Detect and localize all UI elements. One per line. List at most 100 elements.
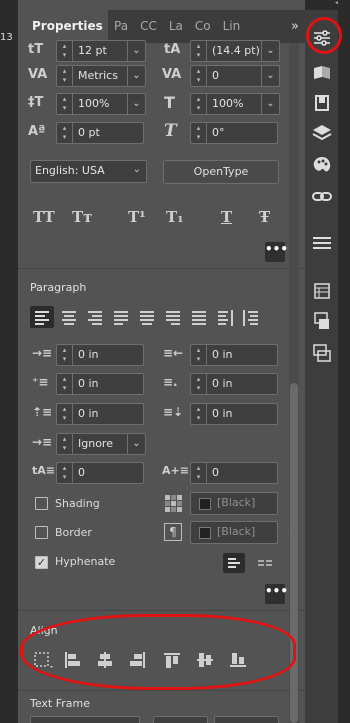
align-away-from-spine-button[interactable] bbox=[240, 306, 262, 328]
justify-right-button[interactable] bbox=[162, 306, 184, 328]
left-indent-field[interactable]: ▴ ▾ 0 in bbox=[56, 344, 144, 366]
tracking-stepper[interactable]: ▴ ▾ bbox=[191, 66, 207, 86]
tab-cc-libraries[interactable]: CC bbox=[134, 10, 163, 43]
underline-button[interactable]: T bbox=[221, 208, 232, 226]
space-after-stepper[interactable]: ▴ ▾ bbox=[191, 404, 207, 424]
hyphenate-label: Hyphenate bbox=[55, 555, 116, 568]
baseline-shift-icon: Aª bbox=[28, 124, 46, 139]
space-before-field[interactable]: ▴ ▾ 0 in bbox=[56, 403, 144, 425]
leading-stepper[interactable]: ▴ ▾ bbox=[191, 41, 207, 61]
all-caps-button[interactable]: TT bbox=[33, 208, 55, 226]
table-panel-button[interactable] bbox=[311, 280, 333, 302]
align-to-grid-select[interactable]: ▴ ▾ Ignore ⌄ bbox=[56, 433, 146, 455]
color-panel-button[interactable] bbox=[311, 154, 333, 176]
kerning-field[interactable]: ▴ ▾ Metrics ⌄ bbox=[56, 65, 146, 87]
font-size-dropdown[interactable]: ⌄ bbox=[127, 41, 145, 61]
indent-row-3: ⇡≡ ▴ ▾ 0 in ≡⇣ ▴ ▾ 0 in bbox=[18, 403, 305, 427]
justify-all-button[interactable] bbox=[188, 306, 210, 328]
shading-color-select[interactable]: [Black] bbox=[190, 492, 278, 515]
links-panel-button[interactable] bbox=[311, 186, 333, 208]
annotation-circle-align bbox=[20, 614, 296, 690]
drop-cap-lines-field[interactable]: ▴ ▾ 0 bbox=[56, 462, 144, 484]
opentype-button[interactable]: OpenType bbox=[163, 160, 279, 184]
tab-pages[interactable]: Pa bbox=[108, 10, 134, 43]
panel-tab-bar: Properties Pa CC La Co Lin » bbox=[18, 10, 305, 43]
horizontal-scale-stepper[interactable]: ▴ ▾ bbox=[191, 94, 207, 114]
shading-settings-icon[interactable] bbox=[164, 494, 183, 513]
leading-dropdown[interactable]: ⌄ bbox=[261, 41, 279, 61]
tracking-dropdown[interactable]: ⌄ bbox=[261, 66, 279, 86]
border-row: Border ¶ [Black] ⌄ bbox=[18, 521, 305, 545]
left-indent-stepper[interactable]: ▴ ▾ bbox=[57, 345, 73, 365]
more-paragraph-options-button[interactable]: ••• bbox=[265, 584, 288, 604]
table-styles-panel-button[interactable] bbox=[311, 342, 333, 364]
align-to-grid-dropdown[interactable]: ⌄ bbox=[127, 434, 145, 454]
more-character-options-button[interactable]: ••• bbox=[265, 242, 288, 262]
justify-center-button[interactable] bbox=[136, 306, 158, 328]
strikethrough-button[interactable]: Ŧ bbox=[259, 208, 270, 226]
shading-checkbox[interactable] bbox=[35, 497, 48, 510]
drop-cap-lines-stepper[interactable]: ▴ ▾ bbox=[57, 463, 73, 483]
tab-links[interactable]: Lin bbox=[217, 10, 247, 43]
border-label: Border bbox=[55, 526, 92, 539]
baseline-shift-stepper[interactable]: ▴ ▾ bbox=[57, 123, 73, 143]
first-line-indent-field[interactable]: ▴ ▾ 0 in bbox=[56, 373, 144, 395]
align-left-button[interactable] bbox=[30, 306, 54, 328]
baseline-shift-field[interactable]: ▴ ▾ 0 pt bbox=[56, 122, 144, 144]
leading-field[interactable]: ▴ ▾ (14.4 pt) ⌄ bbox=[190, 40, 280, 62]
drop-cap-chars-field[interactable]: ▴ ▾ 0 bbox=[190, 462, 278, 484]
space-after-field[interactable]: ▴ ▾ 0 in bbox=[190, 403, 278, 425]
layers-panel-button[interactable] bbox=[311, 122, 333, 144]
font-size-stepper[interactable]: ▴ ▾ bbox=[57, 41, 73, 61]
links-chain-icon bbox=[312, 192, 332, 201]
text-frame-field-partial-3[interactable] bbox=[214, 716, 279, 723]
adobe-paragraph-composer-button[interactable] bbox=[223, 553, 245, 573]
tracking-field[interactable]: ▴ ▾ 0 ⌄ bbox=[190, 65, 280, 87]
justify-left-button[interactable] bbox=[110, 306, 132, 328]
vertical-scale-field[interactable]: ▴ ▾ 100% ⌄ bbox=[56, 93, 146, 115]
last-line-indent-stepper[interactable]: ▴ ▾ bbox=[191, 374, 207, 394]
book-panel-button[interactable] bbox=[311, 92, 333, 114]
composer-icon bbox=[228, 558, 240, 568]
single-line-composer-button[interactable] bbox=[254, 553, 276, 573]
kerning-stepper[interactable]: ▴ ▾ bbox=[57, 66, 73, 86]
cell-styles-panel-button[interactable] bbox=[311, 310, 333, 332]
small-caps-button[interactable]: Tт bbox=[72, 208, 92, 226]
superscript-button[interactable]: T¹ bbox=[128, 208, 146, 226]
align-to-grid-stepper[interactable]: ▴ ▾ bbox=[57, 434, 73, 454]
tab-properties[interactable]: Properties bbox=[18, 10, 108, 43]
space-before-stepper[interactable]: ▴ ▾ bbox=[57, 404, 73, 424]
first-line-indent-stepper[interactable]: ▴ ▾ bbox=[57, 374, 73, 394]
skew-stepper[interactable]: ▴ ▾ bbox=[191, 123, 207, 143]
tabs-overflow-button[interactable]: » bbox=[291, 19, 305, 34]
kerning-dropdown[interactable]: ⌄ bbox=[127, 66, 145, 86]
subscript-button[interactable]: T₁ bbox=[166, 208, 184, 226]
align-right-button[interactable] bbox=[84, 306, 106, 328]
scrollbar-thumb[interactable] bbox=[290, 383, 298, 723]
drop-cap-chars-stepper[interactable]: ▴ ▾ bbox=[191, 463, 207, 483]
pages-panel-button[interactable] bbox=[311, 61, 333, 83]
border-settings-icon[interactable]: ¶ bbox=[164, 523, 182, 541]
paragraph-styles-panel-button[interactable] bbox=[311, 232, 333, 254]
text-frame-field-partial-2[interactable] bbox=[153, 716, 208, 723]
vertical-scale-stepper[interactable]: ▴ ▾ bbox=[57, 94, 73, 114]
horizontal-scale-field[interactable]: ▴ ▾ 100% ⌄ bbox=[190, 93, 280, 115]
align-center-button[interactable] bbox=[58, 306, 80, 328]
hyphenate-checkbox[interactable]: ✓ bbox=[35, 556, 48, 569]
border-checkbox[interactable] bbox=[35, 526, 48, 539]
language-select[interactable]: English: USA ⌄ bbox=[30, 160, 147, 183]
align-towards-spine-button[interactable] bbox=[214, 306, 236, 328]
table-styles-icon bbox=[313, 344, 331, 362]
horizontal-scale-dropdown[interactable]: ⌄ bbox=[261, 94, 279, 114]
tab-color[interactable]: Co bbox=[189, 10, 217, 43]
font-size-field[interactable]: ▴ ▾ 12 pt ⌄ bbox=[56, 40, 146, 62]
last-line-indent-field[interactable]: ▴ ▾ 0 in bbox=[190, 373, 278, 395]
tab-layers[interactable]: La bbox=[163, 10, 189, 43]
border-color-select[interactable]: [Black] bbox=[190, 521, 278, 544]
text-frame-field-partial[interactable] bbox=[30, 716, 140, 723]
right-indent-stepper[interactable]: ▴ ▾ bbox=[191, 345, 207, 365]
right-indent-field[interactable]: ▴ ▾ 0 in bbox=[190, 344, 278, 366]
vertical-scale-dropdown[interactable]: ⌄ bbox=[127, 94, 145, 114]
panel-scrollbar[interactable] bbox=[289, 43, 299, 723]
skew-field[interactable]: ▴ ▾ 0° bbox=[190, 122, 278, 144]
